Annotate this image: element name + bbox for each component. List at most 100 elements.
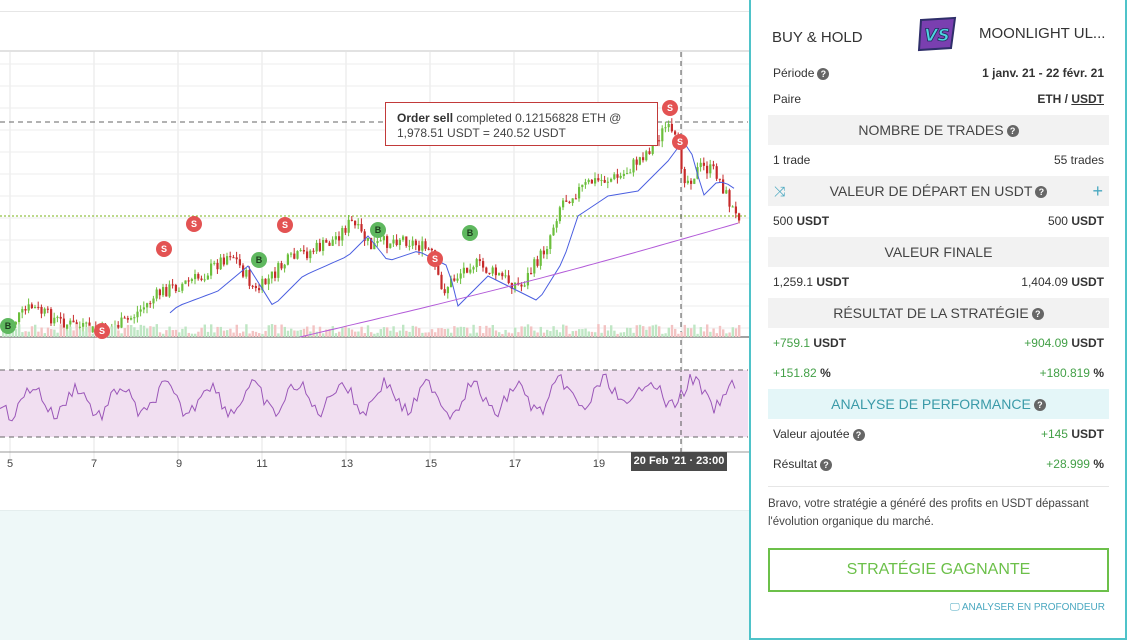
candle-body <box>123 317 126 319</box>
result-left-unit: USDT <box>813 336 847 350</box>
volume-bar <box>478 325 482 337</box>
sell-signal-marker[interactable]: S <box>662 100 678 116</box>
sell-signal-marker[interactable]: S <box>427 251 443 267</box>
help-icon[interactable]: ? <box>1006 125 1019 138</box>
buy-signal-marker[interactable]: B <box>462 225 478 241</box>
candle-body <box>619 175 622 178</box>
volume-bar <box>114 324 117 337</box>
volume-bar <box>123 327 126 337</box>
plus-icon[interactable]: + <box>1092 176 1103 206</box>
volume-bar <box>24 331 27 337</box>
final-right-unit: USDT <box>1071 275 1104 289</box>
volume-bar <box>462 326 466 337</box>
help-icon[interactable]: ? <box>1035 186 1048 199</box>
candle-body <box>187 280 190 282</box>
volume-bar <box>450 332 453 337</box>
volume-bar <box>357 331 360 337</box>
volume-bar <box>82 331 85 337</box>
candle-body <box>152 298 155 304</box>
volume-bar <box>565 325 568 337</box>
candle-body <box>421 241 424 251</box>
volume-bar <box>421 332 424 337</box>
volume-bar <box>725 333 728 337</box>
volume-bar <box>181 328 184 337</box>
volume-bar <box>648 326 651 337</box>
volume-bar <box>635 325 638 337</box>
volume-bar <box>434 332 437 337</box>
volume-bar <box>366 325 370 337</box>
candle-body <box>536 259 539 266</box>
help-icon[interactable]: ? <box>1033 399 1046 412</box>
buy-signal-marker[interactable]: B <box>370 222 386 238</box>
candle-body <box>238 259 241 266</box>
buy-signal-marker[interactable]: B <box>251 252 267 268</box>
volume-bar <box>475 332 478 337</box>
added-value-row: Valeur ajoutée? +145 USDT <box>768 427 1109 443</box>
candle-body <box>712 164 715 167</box>
volume-bar <box>34 324 37 337</box>
res-value: +28.999 % <box>1046 457 1104 471</box>
candle-body <box>235 257 238 260</box>
candle-body <box>565 200 568 202</box>
candle-body <box>379 240 382 242</box>
sell-signal-marker[interactable]: S <box>277 217 293 233</box>
volume-bar <box>664 333 667 337</box>
candle-body <box>478 259 481 262</box>
candle-body <box>299 250 302 252</box>
winning-strategy-button[interactable]: STRATÉGIE GAGNANTE <box>768 548 1109 592</box>
volume-bar <box>405 330 408 337</box>
candle-body <box>146 303 149 308</box>
volume-bar <box>411 325 414 337</box>
help-icon[interactable]: ? <box>1031 308 1044 321</box>
candle-body <box>501 273 504 277</box>
candle-body <box>318 242 321 251</box>
candle-body <box>78 326 81 328</box>
candle-body <box>558 207 561 222</box>
volume-bar <box>142 325 146 337</box>
candle-body <box>597 178 600 181</box>
help-icon[interactable]: ? <box>852 428 865 441</box>
volume-bar <box>222 330 226 337</box>
candle-body <box>354 220 357 226</box>
comparison-panel: BUY & HOLD VS MOONLIGHT UL... Période? 1… <box>749 0 1127 640</box>
help-icon[interactable]: ? <box>820 458 833 471</box>
candle-body <box>424 241 427 249</box>
candle-body <box>482 261 485 268</box>
candle-body <box>338 236 341 241</box>
volume-bar <box>654 324 658 337</box>
start-right: 500 USDT <box>1048 214 1104 228</box>
volume-bar <box>30 326 34 337</box>
candle-body <box>469 269 472 273</box>
volume-bar <box>520 326 523 337</box>
candle-body <box>581 184 584 188</box>
help-icon[interactable]: ? <box>817 67 830 80</box>
volume-bar <box>581 329 584 337</box>
candle-body <box>216 262 219 270</box>
strategy-result-header: RÉSULTAT DE LA STRATÉGIE? <box>768 298 1109 328</box>
buy-signal-marker[interactable]: B <box>0 318 16 334</box>
candle-body <box>718 178 721 180</box>
volume-bar <box>632 332 635 337</box>
volume-bar <box>174 329 178 337</box>
deep-analysis-link[interactable]: 🖵 ANALYSER EN PROFONDEUR <box>950 602 1105 613</box>
candle-body <box>315 242 318 252</box>
candle-body <box>66 324 69 329</box>
volume-bar <box>232 332 235 337</box>
volume-bar <box>491 324 494 337</box>
candle-body <box>72 320 75 323</box>
sell-signal-marker[interactable]: S <box>186 216 202 232</box>
sell-signal-marker[interactable]: S <box>94 323 110 339</box>
start-left-unit: USDT <box>796 214 830 228</box>
candle-body <box>574 198 577 200</box>
performance-header: ANALYSE DE PERFORMANCE? <box>768 389 1109 419</box>
candle-body <box>443 289 446 294</box>
candle-body <box>331 239 334 246</box>
sell-signal-marker[interactable]: S <box>156 241 172 257</box>
volume-bar <box>206 331 210 337</box>
sell-signal-marker[interactable]: S <box>672 134 688 150</box>
pair-quote-link[interactable]: USDT <box>1071 92 1104 106</box>
shuffle-icon[interactable]: ⤨ <box>774 176 785 206</box>
candle-body <box>626 173 629 175</box>
volume-bar <box>658 326 661 337</box>
volume-bar <box>213 332 216 337</box>
